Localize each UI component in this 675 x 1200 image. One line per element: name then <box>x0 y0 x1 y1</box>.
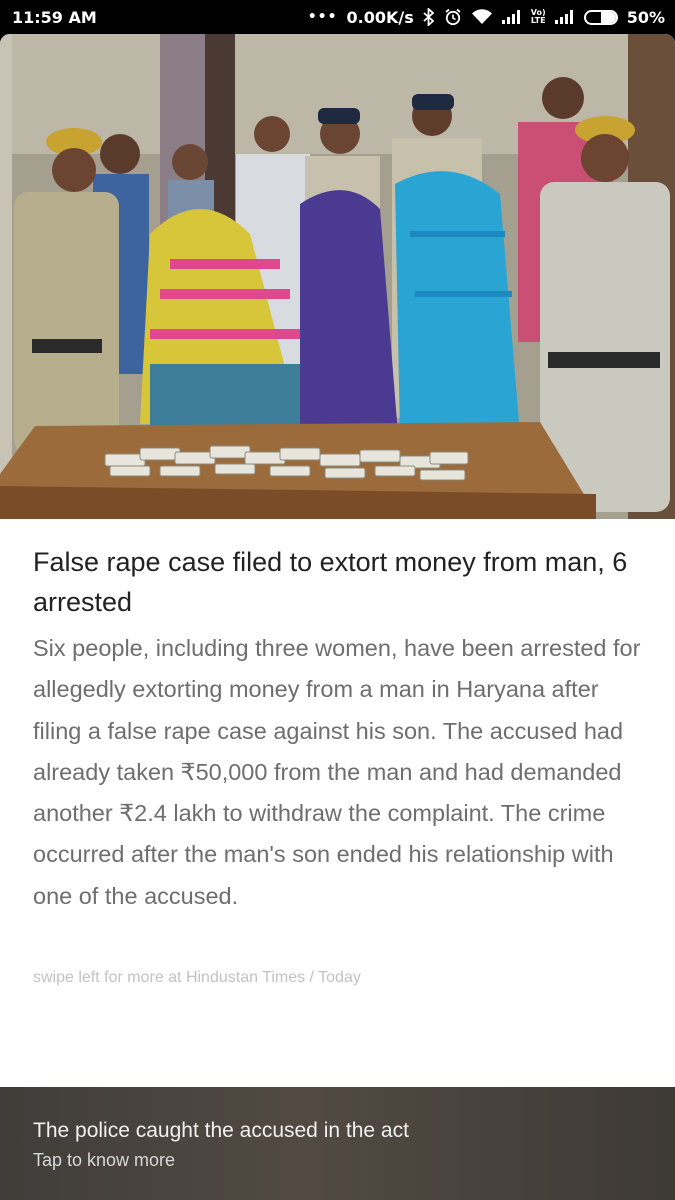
network-speed: 0.00K/s <box>346 7 414 27</box>
battery-icon <box>583 9 618 25</box>
wifi-icon <box>471 9 493 25</box>
article-headline[interactable]: False rape case filed to extort money fr… <box>33 542 643 622</box>
status-time: 11:59 AM <box>12 7 97 27</box>
volte-icon: Vo) LTE <box>530 8 546 25</box>
status-icons: ••• 0.00K/s Vo) LTE 50% <box>308 8 665 27</box>
article-source[interactable]: swipe left for more at Hindustan Times /… <box>33 968 643 988</box>
news-photo[interactable] <box>0 34 675 519</box>
signal-icon <box>501 10 522 24</box>
status-bar: 11:59 AM ••• 0.00K/s Vo) LTE 50% <box>0 0 675 34</box>
know-more-banner[interactable]: The police caught the accused in the act… <box>0 1087 675 1200</box>
more-dots-icon: ••• <box>307 9 338 25</box>
battery-percent: 50% <box>626 7 665 27</box>
signal-icon <box>554 10 575 24</box>
battery-level-fill <box>600 11 616 23</box>
bluetooth-icon <box>423 8 435 26</box>
banner-title: The police caught the accused in the act <box>33 1119 409 1142</box>
news-card[interactable]: False rape case filed to extort money fr… <box>0 34 675 1200</box>
article-summary: Six people, including three women, have … <box>33 635 641 909</box>
alarm-icon <box>444 8 462 26</box>
banner-subtitle: Tap to know more <box>33 1150 176 1170</box>
